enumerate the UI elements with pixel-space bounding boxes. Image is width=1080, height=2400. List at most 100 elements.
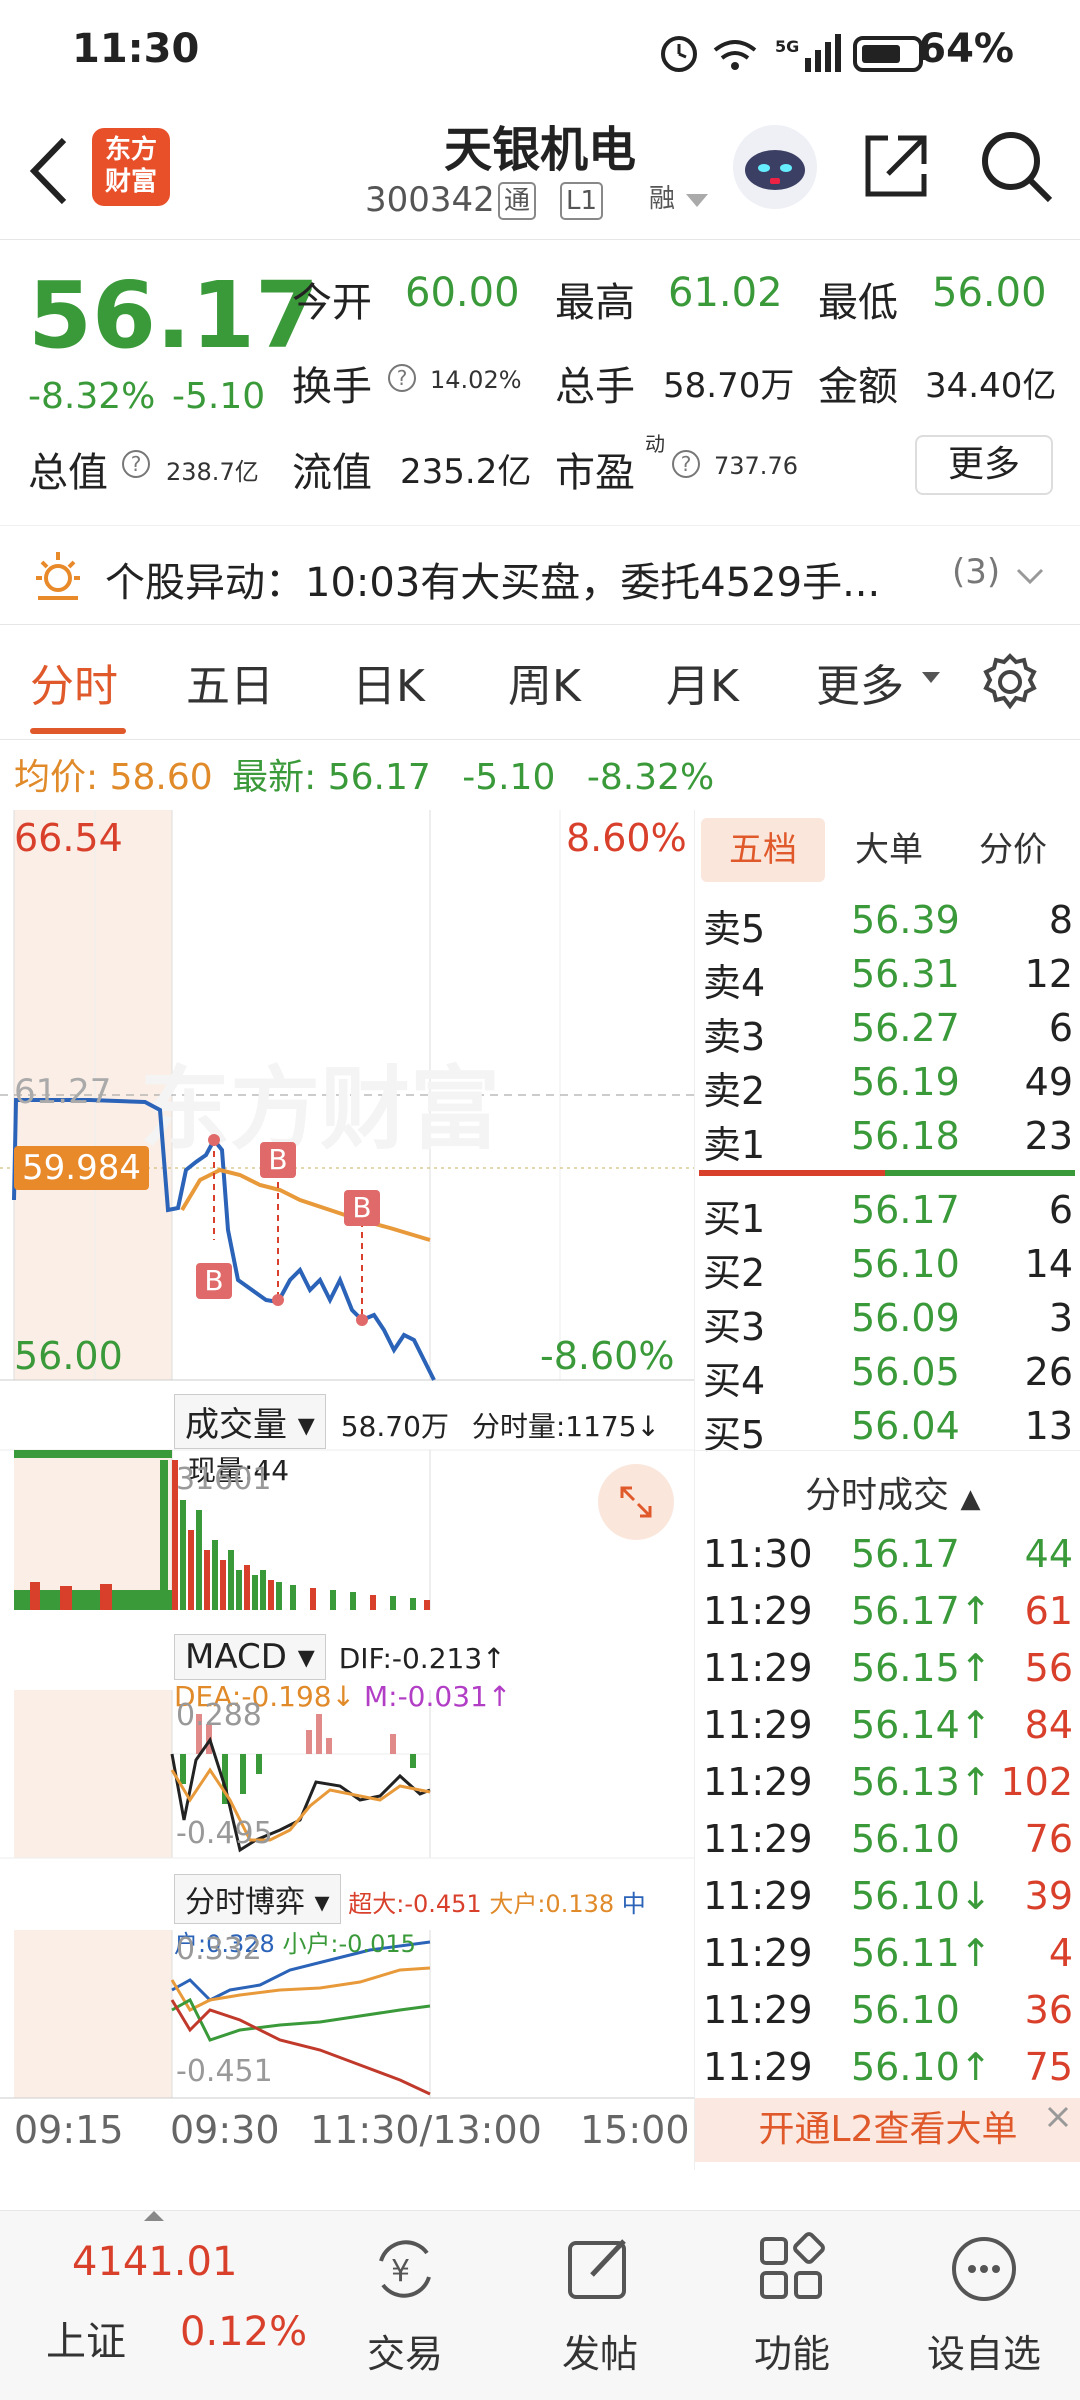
tick-time: 11:29 bbox=[703, 1646, 813, 1690]
time-label-open: 09:15 bbox=[14, 2108, 124, 2152]
chevron-down-icon[interactable] bbox=[1016, 568, 1044, 586]
amount-value: 34.40亿 bbox=[925, 366, 1057, 406]
ticks-title[interactable]: 分时成交 ▲ bbox=[805, 1466, 980, 1518]
pe-dynamic-mark: 动 bbox=[645, 432, 665, 456]
tab-more[interactable]: 更多 bbox=[816, 650, 904, 714]
tab-price-distribution[interactable]: 分价 bbox=[951, 818, 1075, 882]
chart-canvas: 东方财富 bbox=[0, 810, 694, 2099]
level-tag: L1 bbox=[560, 182, 604, 220]
pe-label: 市盈 bbox=[555, 450, 635, 496]
bid-row[interactable]: 买4 56.05 26 bbox=[695, 1350, 1080, 1404]
volume-indicator-select[interactable]: 成交量 ▾ bbox=[174, 1394, 326, 1449]
more-button[interactable]: 更多 bbox=[915, 435, 1053, 495]
volume-total: 58.70万 bbox=[340, 1410, 449, 1443]
tab-monthly-k[interactable]: 月K bbox=[666, 650, 739, 714]
robot-assistant-icon[interactable] bbox=[730, 122, 820, 212]
info-icon[interactable]: ? bbox=[672, 450, 700, 478]
bid-label: 买1 bbox=[703, 1197, 766, 1241]
ask-price: 56.31 bbox=[851, 952, 960, 996]
caret-up-icon bbox=[144, 2211, 164, 2221]
ask-bar bbox=[699, 1170, 885, 1176]
sun-alert-icon bbox=[36, 552, 80, 600]
ask-label: 卖1 bbox=[703, 1123, 766, 1167]
nav-trade[interactable]: 交易 bbox=[335, 2323, 475, 2378]
stock-alert-bar[interactable]: 个股异动：10:03有大买盘，委托4529手... (3) bbox=[0, 525, 1080, 625]
tab-intraday[interactable]: 分时 bbox=[30, 650, 118, 714]
avg-value: 58.60 bbox=[109, 757, 213, 798]
post-icon[interactable] bbox=[562, 2231, 638, 2307]
game-indicator-select[interactable]: 分时博弈 ▾ bbox=[174, 1874, 341, 1924]
bid-label: 买3 bbox=[703, 1305, 766, 1349]
bid-price: 56.10 bbox=[851, 1242, 960, 1286]
trade-icon[interactable]: ¥ bbox=[367, 2231, 443, 2307]
bid-volume: 14 bbox=[1024, 1242, 1073, 1286]
tab-weekly-k[interactable]: 周K bbox=[508, 650, 581, 714]
expand-chart-button[interactable] bbox=[598, 1464, 674, 1540]
y-axis-top-pct: 8.60% bbox=[566, 816, 687, 860]
rong-tag: 融 bbox=[649, 184, 676, 214]
macd-indicator-select[interactable]: MACD ▾ bbox=[174, 1634, 326, 1680]
tick-time: 11:29 bbox=[703, 1988, 813, 2032]
info-icon[interactable]: ? bbox=[122, 450, 150, 478]
bottom-nav: 4141.01 上证 0.12% ¥ 交易 发帖 功能 设自选 bbox=[0, 2210, 1080, 2400]
nav-post[interactable]: 发帖 bbox=[530, 2323, 670, 2378]
index-value[interactable]: 4141.01 bbox=[72, 2239, 237, 2285]
bid-label: 买4 bbox=[703, 1359, 766, 1403]
tick-volume: 39 bbox=[1024, 1874, 1073, 1918]
current-price: 56.17 bbox=[28, 262, 320, 369]
float-label: 流值 bbox=[292, 450, 372, 496]
tick-price: 56.11↑ bbox=[851, 1931, 992, 1975]
tick-row: 11:30 56.17 44 bbox=[695, 1532, 1080, 1589]
tab-five-levels[interactable]: 五档 bbox=[701, 818, 825, 882]
ask-price: 56.39 bbox=[851, 898, 960, 942]
close-icon[interactable] bbox=[1041, 2100, 1075, 2134]
bid-row[interactable]: 买2 56.10 14 bbox=[695, 1242, 1080, 1296]
share-icon[interactable] bbox=[858, 128, 934, 204]
ask-row[interactable]: 卖2 56.19 49 bbox=[695, 1060, 1080, 1114]
l2-upgrade-banner[interactable]: 开通L2查看大单 bbox=[695, 2098, 1080, 2162]
ask-price: 56.27 bbox=[851, 1006, 960, 1050]
tick-volume: 102 bbox=[1000, 1760, 1073, 1804]
dropdown-caret-icon[interactable] bbox=[686, 194, 708, 208]
tick-row: 11:29 56.13↑ 102 bbox=[695, 1760, 1080, 1817]
open-label: 今开 bbox=[292, 280, 372, 326]
tick-row: 11:29 56.10 76 bbox=[695, 1817, 1080, 1874]
macd-bottom: -0.495 bbox=[176, 1816, 273, 1851]
intraday-chart[interactable]: 东方财富 66.54 8.60% 61.27 59.984 56.00 -8.6… bbox=[0, 810, 694, 2170]
index-pct[interactable]: 0.12% bbox=[180, 2309, 307, 2355]
info-icon[interactable]: ? bbox=[388, 364, 416, 392]
y-axis-bottom: 56.00 bbox=[14, 1334, 123, 1378]
tick-row: 11:29 56.14↑ 84 bbox=[695, 1703, 1080, 1760]
tick-row: 11:29 56.10↓ 39 bbox=[695, 1874, 1080, 1931]
chart-tabs: 分时 五日 日K 周K 月K 更多 bbox=[0, 630, 1080, 740]
mktcap-value: 238.7亿 bbox=[166, 458, 259, 486]
amount-label: 金额 bbox=[818, 364, 898, 410]
ask-row[interactable]: 卖3 56.27 6 bbox=[695, 1006, 1080, 1060]
watchlist-icon[interactable] bbox=[946, 2231, 1022, 2307]
functions-icon[interactable] bbox=[754, 2231, 830, 2307]
divider bbox=[695, 1450, 1080, 1451]
ask-price: 56.18 bbox=[851, 1114, 960, 1158]
buy-marker[interactable]: B bbox=[344, 1190, 380, 1226]
search-icon[interactable] bbox=[976, 126, 1056, 206]
index-name[interactable]: 上证 bbox=[46, 2309, 126, 2367]
ask-row[interactable]: 卖5 56.39 8 bbox=[695, 898, 1080, 952]
tab-daily-k[interactable]: 日K bbox=[352, 650, 425, 714]
ask-volume: 23 bbox=[1024, 1114, 1073, 1158]
change-percent: -8.32% bbox=[28, 376, 156, 417]
tick-row: 11:29 56.10↑ 75 bbox=[695, 2045, 1080, 2102]
bid-row[interactable]: 买1 56.17 6 bbox=[695, 1188, 1080, 1242]
tick-time: 11:29 bbox=[703, 1874, 813, 1918]
ask-row[interactable]: 卖1 56.18 23 bbox=[695, 1114, 1080, 1168]
tab-five-day[interactable]: 五日 bbox=[186, 650, 274, 714]
y-axis-top: 66.54 bbox=[14, 816, 123, 860]
nav-functions[interactable]: 功能 bbox=[722, 2323, 862, 2378]
nav-add-watchlist[interactable]: 设自选 bbox=[914, 2323, 1054, 2378]
tab-big-orders[interactable]: 大单 bbox=[829, 818, 949, 882]
tick-price: 56.10↓ bbox=[851, 1874, 992, 1918]
ask-row[interactable]: 卖4 56.31 12 bbox=[695, 952, 1080, 1006]
buy-marker[interactable]: B bbox=[260, 1142, 296, 1178]
buy-marker[interactable]: B bbox=[196, 1263, 232, 1299]
bid-row[interactable]: 买3 56.09 3 bbox=[695, 1296, 1080, 1350]
gear-icon[interactable] bbox=[978, 650, 1042, 714]
